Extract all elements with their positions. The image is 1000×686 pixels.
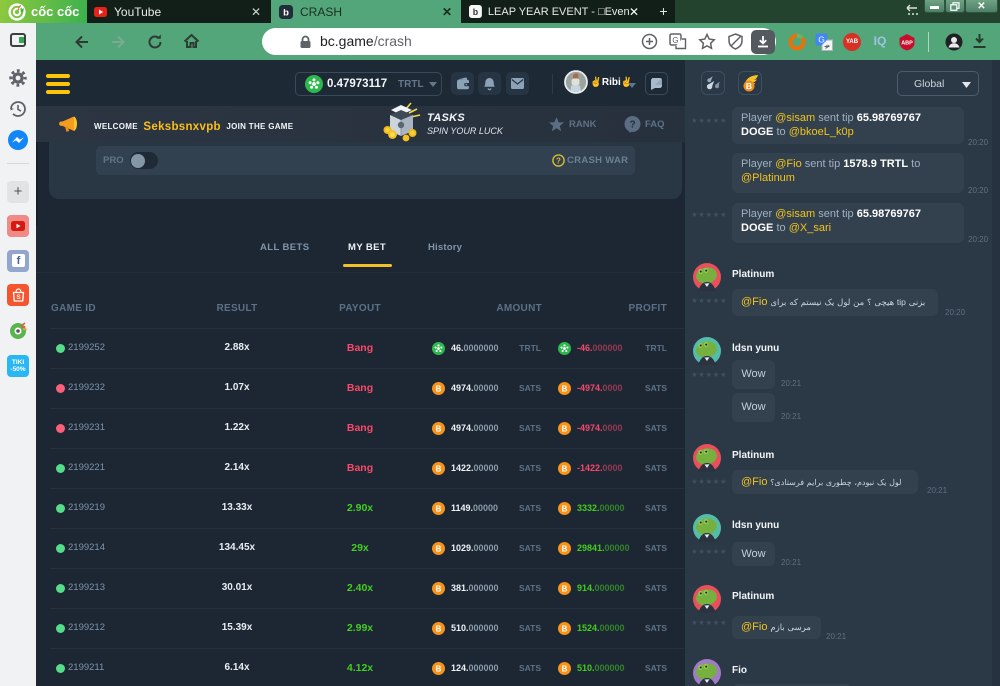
svg-text:G: G — [672, 36, 678, 45]
svg-text:B: B — [436, 464, 442, 473]
svg-text:b: b — [473, 7, 478, 17]
svg-text:B: B — [562, 464, 568, 473]
svg-text:B: B — [562, 384, 568, 393]
svg-text:B: B — [436, 504, 442, 513]
svg-text:B: B — [562, 624, 568, 633]
svg-text:B: B — [436, 424, 442, 433]
svg-text:B: B — [436, 544, 442, 553]
svg-text:B: B — [436, 664, 442, 673]
svg-text:S: S — [16, 294, 21, 301]
svg-text:B: B — [562, 544, 568, 553]
svg-text:B: B — [436, 384, 442, 393]
svg-text:B: B — [746, 81, 752, 91]
svg-text:B: B — [436, 584, 442, 593]
svg-text:B: B — [562, 424, 568, 433]
svg-text:B: B — [562, 584, 568, 593]
svg-text:b: b — [283, 7, 289, 18]
svg-text:?: ? — [556, 157, 561, 166]
svg-text:B: B — [436, 624, 442, 633]
svg-text:ABP: ABP — [901, 41, 913, 47]
svg-text:?: ? — [629, 120, 635, 131]
svg-text:B: B — [562, 504, 568, 513]
svg-text:B: B — [562, 664, 568, 673]
